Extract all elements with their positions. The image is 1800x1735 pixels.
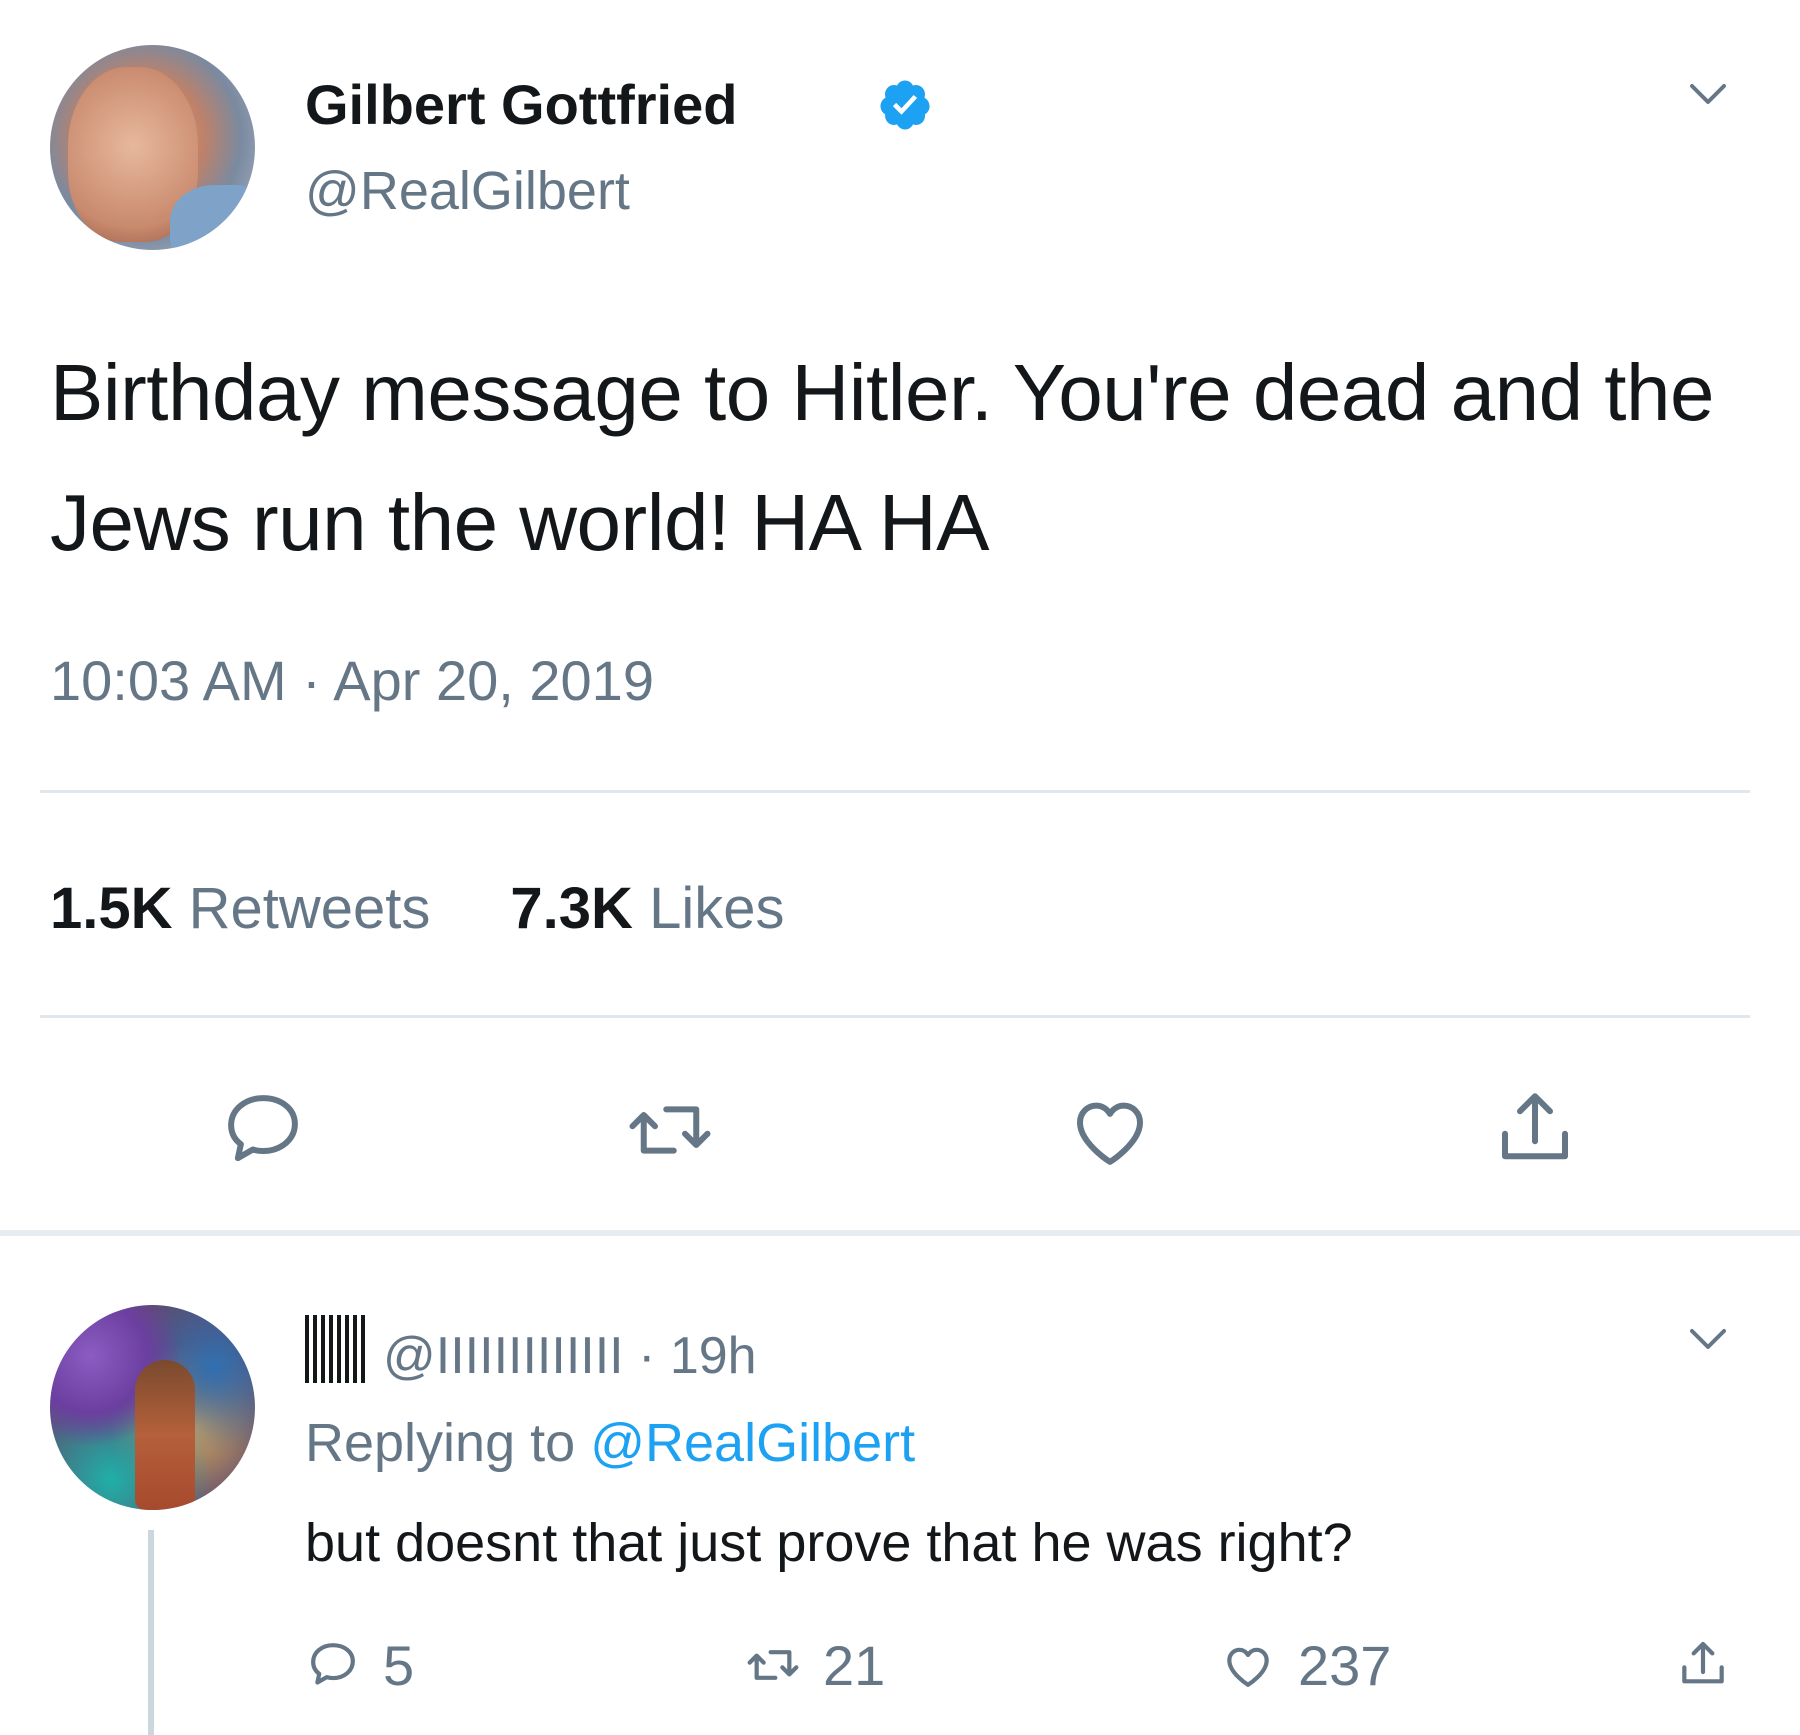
- speech-bubble-icon: [311, 1643, 355, 1685]
- replying-to-line: Replying to @RealGilbert: [305, 1412, 915, 1474]
- reply-retweet-count: 21: [823, 1633, 886, 1697]
- reply-reply-button[interactable]: 5: [305, 1633, 415, 1697]
- reply-like-button[interactable]: 237: [1220, 1633, 1392, 1697]
- heart-icon: [1227, 1647, 1269, 1687]
- share-upload-icon: [1682, 1641, 1724, 1684]
- author-avatar[interactable]: [50, 45, 255, 250]
- avatar-shirt: [170, 185, 255, 250]
- replying-prefix: Replying to: [305, 1413, 576, 1473]
- reply-retweet-button[interactable]: 21: [745, 1633, 886, 1697]
- reply-body: but doesnt that just prove that he was r…: [305, 1513, 1353, 1573]
- retweet-icon[interactable]: [625, 1085, 715, 1175]
- main-tweet: Gilbert Gottfried @RealGilbert Birthday …: [0, 0, 1800, 1235]
- like-icon[interactable]: [1065, 1085, 1155, 1175]
- reply-reply-count: 5: [383, 1633, 415, 1697]
- retweets-count: 1.5K: [50, 876, 173, 941]
- tweet-timestamp[interactable]: 10:03 AM · Apr 20, 2019: [50, 648, 654, 713]
- retweet-arrows-icon: [747, 1650, 799, 1680]
- divider-top: [40, 790, 1750, 793]
- likes-count: 7.3K: [510, 876, 633, 941]
- reply-icon[interactable]: [218, 1085, 308, 1175]
- retweets-stat[interactable]: 1.5K Retweets: [50, 876, 430, 941]
- section-separator: [0, 1230, 1800, 1236]
- replying-mention[interactable]: @RealGilbert: [590, 1413, 915, 1473]
- verified-badge-icon: [880, 80, 930, 130]
- chevron-down-icon[interactable]: [1688, 80, 1728, 110]
- avatar-person: [135, 1360, 195, 1510]
- retweets-label: Retweets: [188, 876, 431, 941]
- reply-header: @IIIIIIIIIIIII · 19h: [305, 1315, 757, 1386]
- divider-bottom: [40, 1015, 1750, 1018]
- likes-label: Likes: [649, 876, 785, 941]
- reply-display-name[interactable]: [305, 1315, 365, 1383]
- author-display-name[interactable]: Gilbert Gottfried: [305, 72, 737, 137]
- author-handle[interactable]: @RealGilbert: [305, 160, 630, 222]
- tweet-body: Birthday message to Hitler. You're dead …: [50, 348, 1715, 567]
- thread-line: [148, 1530, 154, 1735]
- chevron-down-icon[interactable]: [1688, 1325, 1728, 1355]
- reply-author-avatar[interactable]: [50, 1305, 255, 1510]
- reply-handle[interactable]: @IIIIIIIIIIIII: [383, 1327, 624, 1385]
- share-icon[interactable]: [1490, 1085, 1580, 1175]
- reply-share-button[interactable]: [1675, 1635, 1753, 1695]
- reply-time[interactable]: · 19h: [638, 1327, 757, 1385]
- likes-stat[interactable]: 7.3K Likes: [510, 876, 784, 941]
- tweet-stats: 1.5K Retweets 7.3K Likes: [50, 875, 784, 942]
- reply-like-count: 237: [1298, 1633, 1392, 1697]
